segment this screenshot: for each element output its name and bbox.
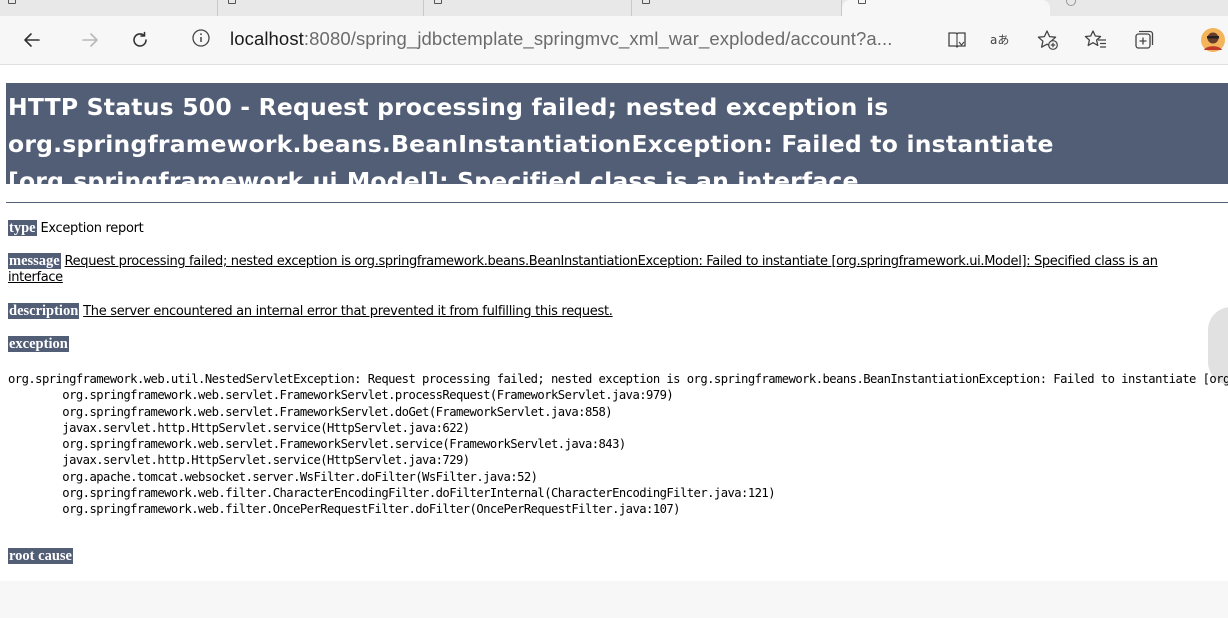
trace-frame-line: org.apache.tomcat.websocket.server.WsFil…: [8, 469, 538, 484]
root-cause-row: root cause: [8, 548, 73, 565]
trace-frame-line: javax.servlet.http.HttpServlet.service(H…: [8, 420, 470, 435]
immersive-reader-icon: [948, 32, 966, 48]
favorites-icon: [1084, 30, 1106, 48]
message-value: Request processing failed; nested except…: [64, 254, 1158, 269]
refresh-icon: [133, 31, 147, 47]
page-title: HTTP Status 500 - Request processing fai…: [6, 83, 1228, 184]
forward-button[interactable]: [74, 24, 106, 56]
trace-frame-line: org.springframework.web.servlet.Framewor…: [8, 404, 613, 419]
type-label: type: [8, 220, 37, 236]
back-button[interactable]: [16, 24, 48, 56]
title-line-3: [org.springframework.ui.Model]: Specifie…: [8, 167, 859, 184]
trace-frame-line: javax.servlet.http.HttpServlet.service(H…: [8, 453, 470, 468]
type-value: Exception report: [40, 221, 144, 236]
description-value: The server encountered an internal error…: [83, 304, 613, 319]
site-info-button[interactable]: [191, 28, 211, 48]
browser-toolbar: localhost:8080/spring_jdbctemplate_sprin…: [0, 16, 1228, 65]
trace-frame-line: org.springframework.web.filter.Character…: [8, 486, 775, 501]
url-host: localhost: [230, 28, 304, 49]
browser-tab-active[interactable]: [842, 0, 1050, 16]
tab-favicon-icon: [858, 0, 866, 4]
tab-favicon-icon: [228, 0, 236, 4]
address-bar[interactable]: localhost:8080/spring_jdbctemplate_sprin…: [177, 21, 937, 59]
message-label: message: [8, 253, 61, 269]
browser-tab[interactable]: [0, 0, 218, 16]
page-content: HTTP Status 500 - Request processing fai…: [0, 65, 1228, 581]
exception-row: exception: [8, 336, 69, 353]
tab-favicon-icon: [642, 0, 650, 4]
tab-favicon-icon: [8, 0, 16, 4]
tab-favicon-icon: [434, 0, 442, 4]
trace-frame-line: org.springframework.web.filter.OncePerRe…: [8, 502, 680, 517]
browser-tab[interactable]: [632, 0, 842, 16]
profile-avatar-icon: [1201, 28, 1225, 52]
type-row: type Exception report: [8, 220, 144, 237]
url-path: :8080/spring_jdbctemplate_springmvc_xml_…: [303, 28, 893, 49]
message-value-continued: interface: [8, 270, 63, 285]
message-row: message Request processing failed; neste…: [8, 253, 1226, 286]
collections-icon: [1135, 30, 1154, 49]
tab-strip: [0, 0, 1228, 16]
read-aloud-button[interactable]: aあ: [985, 24, 1017, 56]
add-favorite-icon: [1037, 30, 1058, 50]
root-cause-label: root cause: [8, 548, 73, 564]
read-aloud-icon: aあ: [990, 33, 1009, 47]
add-favorite-button[interactable]: [1032, 24, 1064, 56]
forward-icon: [82, 33, 98, 47]
url-text[interactable]: localhost:8080/spring_jdbctemplate_sprin…: [230, 28, 893, 50]
browser-tab[interactable]: [424, 0, 632, 16]
exception-label: exception: [8, 336, 69, 352]
back-icon: [24, 33, 40, 47]
profile-button[interactable]: [1200, 24, 1228, 56]
browser-tab[interactable]: [218, 0, 424, 16]
svg-text:aあ: aあ: [990, 33, 1009, 47]
immersive-reader-button[interactable]: [941, 24, 973, 56]
collections-button[interactable]: [1128, 24, 1160, 56]
browser-tab[interactable]: [1050, 0, 1228, 16]
favorites-button[interactable]: [1080, 24, 1112, 56]
stack-trace: org.springframework.web.util.NestedServl…: [8, 371, 1228, 518]
trace-frame-line: org.springframework.web.servlet.Framewor…: [8, 437, 626, 452]
trace-frame-line: org.springframework.web.servlet.Framewor…: [8, 388, 674, 403]
title-line-1: HTTP Status 500 - Request processing fai…: [8, 93, 889, 121]
tab-close-icon[interactable]: [1066, 0, 1076, 6]
description-row: description The server encountered an in…: [8, 303, 613, 320]
description-label: description: [8, 303, 80, 319]
refresh-button[interactable]: [124, 24, 156, 56]
trace-exception-line: org.springframework.web.util.NestedServl…: [8, 372, 1228, 386]
title-line-2: org.springframework.beans.BeanInstantiat…: [8, 130, 1054, 158]
info-icon: [192, 29, 210, 47]
divider: [6, 202, 1228, 203]
